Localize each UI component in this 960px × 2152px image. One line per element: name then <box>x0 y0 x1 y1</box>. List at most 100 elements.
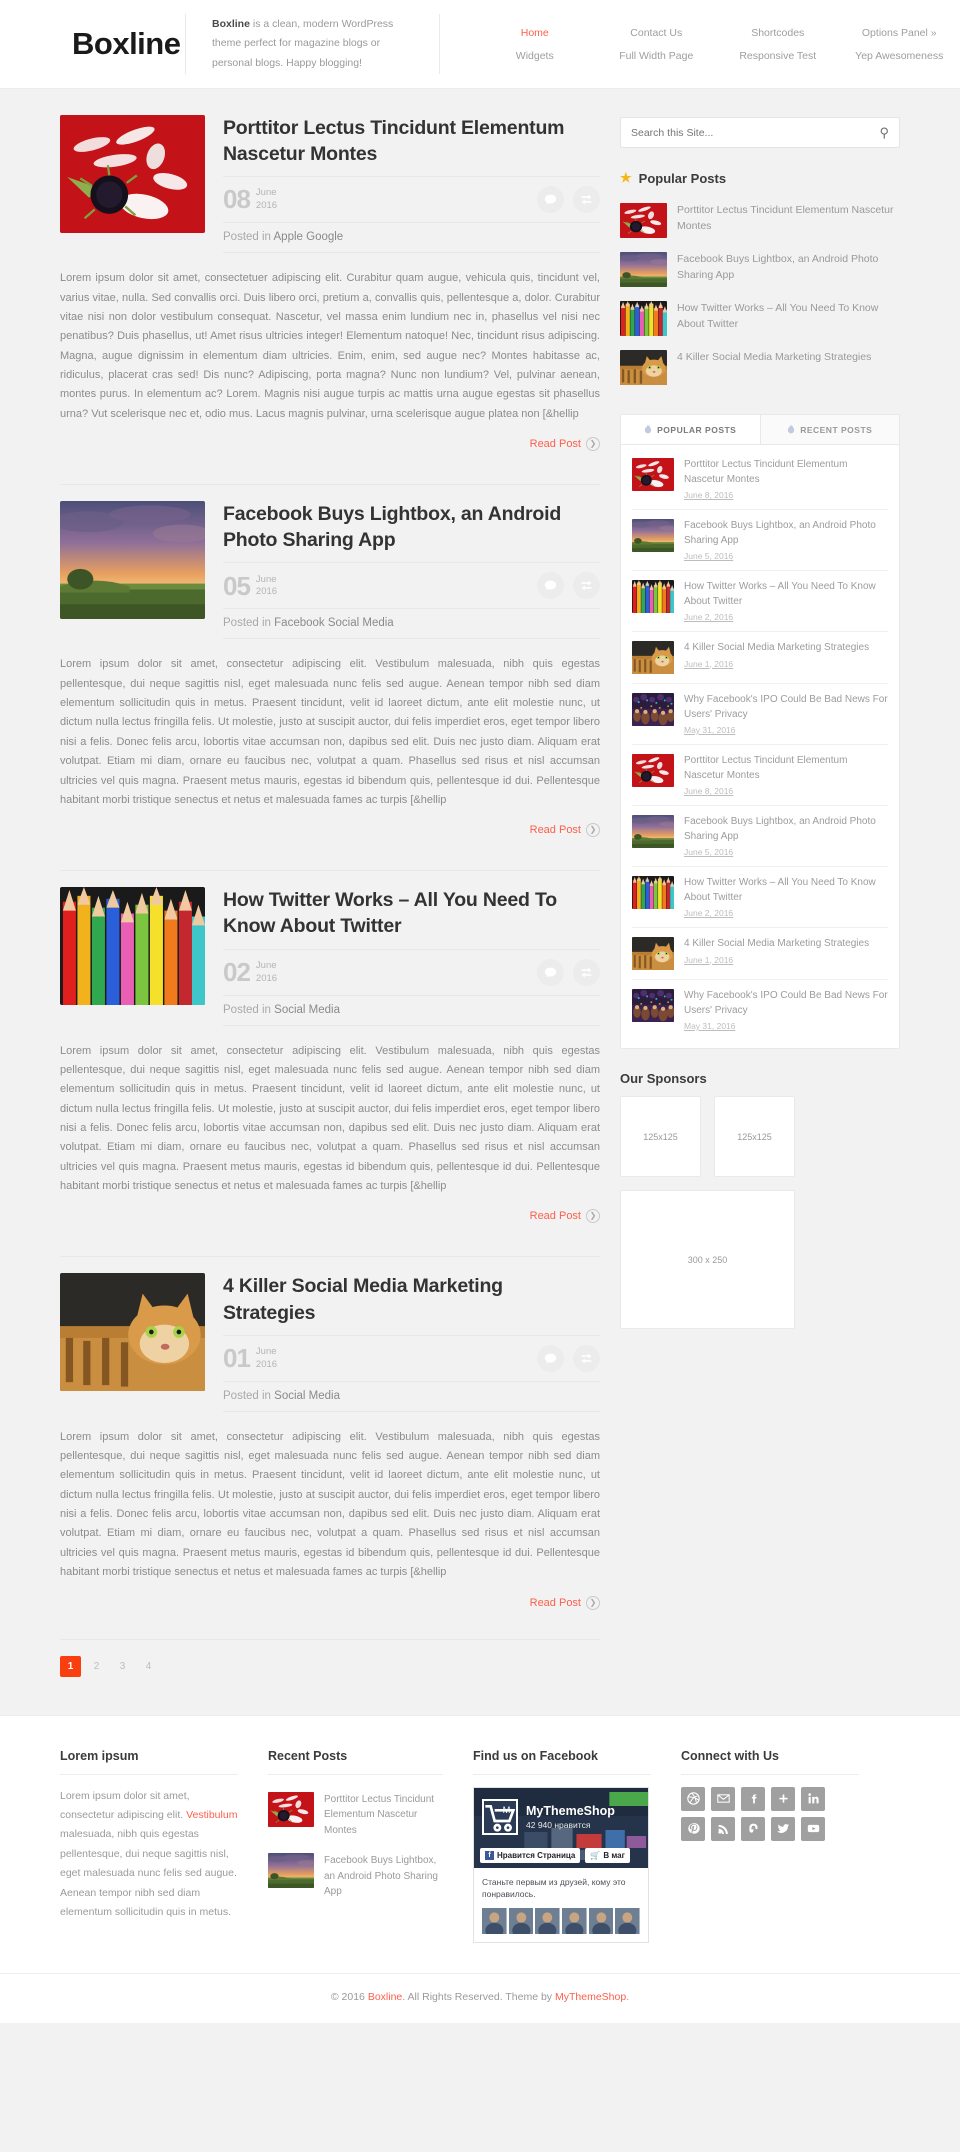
facebook-icon[interactable] <box>741 1786 765 1811</box>
list-item[interactable]: 4 Killer Social Media Marketing Strategi… <box>620 343 900 392</box>
nav-item-widgets[interactable]: Widgets <box>474 50 596 62</box>
share-icon[interactable] <box>573 958 600 986</box>
site-logo[interactable]: Boxline <box>0 26 185 62</box>
twitter-icon[interactable] <box>771 1816 795 1841</box>
pinterest-icon[interactable] <box>681 1816 705 1841</box>
post-category[interactable]: Social Media <box>274 1004 340 1016</box>
post-actions[interactable] <box>537 186 600 214</box>
list-item[interactable]: Facebook Buys Lightbox, an Android Photo… <box>632 806 888 867</box>
post-category[interactable]: Social Media <box>274 1390 340 1402</box>
post-actions[interactable] <box>537 958 600 986</box>
post-title[interactable]: Facebook Buys Lightbox, an Android Photo… <box>223 501 600 553</box>
list-item[interactable]: Porttitor Lectus Tincidunt Elementum Nas… <box>620 196 900 245</box>
post-date-year: 2016 <box>255 1358 278 1370</box>
youtube-icon[interactable] <box>801 1816 825 1841</box>
facebook-buttons[interactable]: f Нравится Страница 🛒 В маг <box>480 1847 642 1863</box>
read-post-link[interactable]: Read Post ❯ <box>530 1595 600 1610</box>
list-item-date: June 8, 2016 <box>684 490 734 500</box>
post-title[interactable]: How Twitter Works – All You Need To Know… <box>223 887 600 939</box>
social-links[interactable] <box>681 1786 859 1841</box>
pagination-page-2[interactable]: 2 <box>86 1656 107 1677</box>
post-thumbnail[interactable] <box>60 501 205 620</box>
list-item[interactable]: Facebook Buys Lightbox, an Android Photo… <box>632 510 888 571</box>
list-item[interactable]: Facebook Buys Lightbox, an Android Photo… <box>268 1848 443 1910</box>
pagination[interactable]: 1 2 3 4 <box>60 1638 600 1707</box>
pagination-page-4[interactable]: 4 <box>138 1656 159 1677</box>
nav-item-full-width-page[interactable]: Full Width Page <box>596 50 718 62</box>
widget-tabs[interactable]: POPULAR POSTS RECENT POSTS <box>621 415 899 445</box>
list-item[interactable]: Porttitor Lectus Tincidunt Elementum Nas… <box>632 745 888 806</box>
copyright-brand-link[interactable]: Boxline <box>368 1991 402 2003</box>
post-date: 08 June 2016 <box>223 186 277 213</box>
read-post-link[interactable]: Read Post ❯ <box>530 437 600 452</box>
nav-item-shortcodes[interactable]: Shortcodes <box>717 27 839 39</box>
linkedin-icon[interactable] <box>801 1786 825 1811</box>
list-item[interactable]: How Twitter Works – All You Need To Know… <box>620 294 900 343</box>
post-title[interactable]: 4 Killer Social Media Marketing Strategi… <box>223 1273 600 1325</box>
list-item[interactable]: Porttitor Lectus Tincidunt Elementum Nas… <box>268 1787 443 1849</box>
post-thumbnail[interactable] <box>60 115 205 233</box>
nav-item-responsive-test[interactable]: Responsive Test <box>717 50 839 62</box>
rss-icon[interactable] <box>711 1816 735 1841</box>
comment-icon[interactable] <box>537 958 564 986</box>
post-actions[interactable] <box>537 572 600 600</box>
avatar <box>589 1908 614 1934</box>
list-item[interactable]: How Twitter Works – All You Need To Know… <box>632 867 888 928</box>
facebook-like-button[interactable]: f Нравится Страница <box>480 1847 581 1863</box>
post-date-day: 01 <box>223 1342 251 1373</box>
post-title[interactable]: Porttitor Lectus Tincidunt Elementum Nas… <box>223 115 600 167</box>
theme-author-link[interactable]: MyThemeShop <box>555 1991 626 2003</box>
post-category[interactable]: Apple Google <box>274 231 344 243</box>
post-thumbnail[interactable] <box>60 887 205 1006</box>
pagination-page-3[interactable]: 3 <box>112 1656 133 1677</box>
footer-title: Recent Posts <box>268 1749 443 1775</box>
facebook-page-widget[interactable]: M MyThemeShop 42 940 нравится f Нравится … <box>473 1786 649 1943</box>
sponsor-banner-300x250[interactable]: 300 x 250 <box>620 1190 795 1329</box>
email-icon[interactable] <box>711 1786 735 1811</box>
sponsor-banner-125-b[interactable]: 125x125 <box>714 1096 795 1177</box>
post-excerpt: Lorem ipsum dolor sit amet, consectetuer… <box>60 272 600 420</box>
comment-icon[interactable] <box>537 1344 564 1372</box>
nav-item-home[interactable]: Home <box>474 27 596 39</box>
search-widget[interactable]: ⚲ <box>620 117 900 148</box>
share-icon[interactable] <box>573 186 600 214</box>
nav-item-yep-awesomeness[interactable]: Yep Awesomeness <box>839 50 960 62</box>
facebook-shop-button[interactable]: 🛒 В маг <box>585 1847 630 1863</box>
search-icon[interactable]: ⚲ <box>879 125 889 141</box>
list-item[interactable]: Porttitor Lectus Tincidunt Elementum Nas… <box>632 449 888 510</box>
post-date-month: June <box>255 187 277 199</box>
comment-icon[interactable] <box>537 186 564 214</box>
list-item[interactable]: How Twitter Works – All You Need To Know… <box>632 571 888 632</box>
tab-popular-posts[interactable]: POPULAR POSTS <box>621 415 761 444</box>
tab-recent-posts[interactable]: RECENT POSTS <box>760 415 899 444</box>
copyright-bar: © 2016 Boxline. All Rights Reserved. The… <box>0 1973 960 2023</box>
posted-in-label: Posted in <box>223 617 275 630</box>
list-item[interactable]: 4 Killer Social Media Marketing Strategi… <box>632 632 888 684</box>
post-actions[interactable] <box>537 1344 600 1372</box>
list-item[interactable]: Facebook Buys Lightbox, an Android Photo… <box>620 245 900 294</box>
comment-icon[interactable] <box>537 572 564 600</box>
list-item[interactable]: 4 Killer Social Media Marketing Strategi… <box>632 928 888 980</box>
dribbble-icon[interactable] <box>681 1786 705 1811</box>
chevron-right-icon: ❯ <box>586 437 600 452</box>
vestibulum-link[interactable]: Vestibulum <box>186 1809 237 1821</box>
post-meta-row: 05 June 2016 <box>223 562 600 600</box>
footer-column-about: Lorem ipsum Lorem ipsum dolor sit amet, … <box>60 1749 238 1944</box>
list-item[interactable]: Why Facebook's IPO Could Be Bad News For… <box>632 980 888 1040</box>
list-item[interactable]: Why Facebook's IPO Could Be Bad News For… <box>632 684 888 745</box>
pagination-page-1[interactable]: 1 <box>60 1655 81 1677</box>
search-input[interactable] <box>631 126 880 139</box>
nav-item-contact-us[interactable]: Contact Us <box>596 27 718 39</box>
share-icon[interactable] <box>573 572 600 600</box>
sponsor-banner-125-a[interactable]: 125x125 <box>620 1096 701 1177</box>
read-post-link[interactable]: Read Post ❯ <box>530 823 600 838</box>
read-post-link[interactable]: Read Post ❯ <box>530 1209 600 1224</box>
primary-navigation[interactable]: Home Contact Us Shortcodes Options Panel… <box>440 27 960 62</box>
nav-item-options-panel[interactable]: Options Panel » <box>839 27 960 39</box>
google-plus-icon[interactable] <box>771 1786 795 1811</box>
post-thumbnail[interactable] <box>60 1273 205 1392</box>
stumbleupon-icon[interactable] <box>741 1816 765 1841</box>
share-icon[interactable] <box>573 1344 600 1372</box>
post-category[interactable]: Facebook Social Media <box>274 617 394 629</box>
list-item-title: 4 Killer Social Media Marketing Strategi… <box>684 938 870 949</box>
